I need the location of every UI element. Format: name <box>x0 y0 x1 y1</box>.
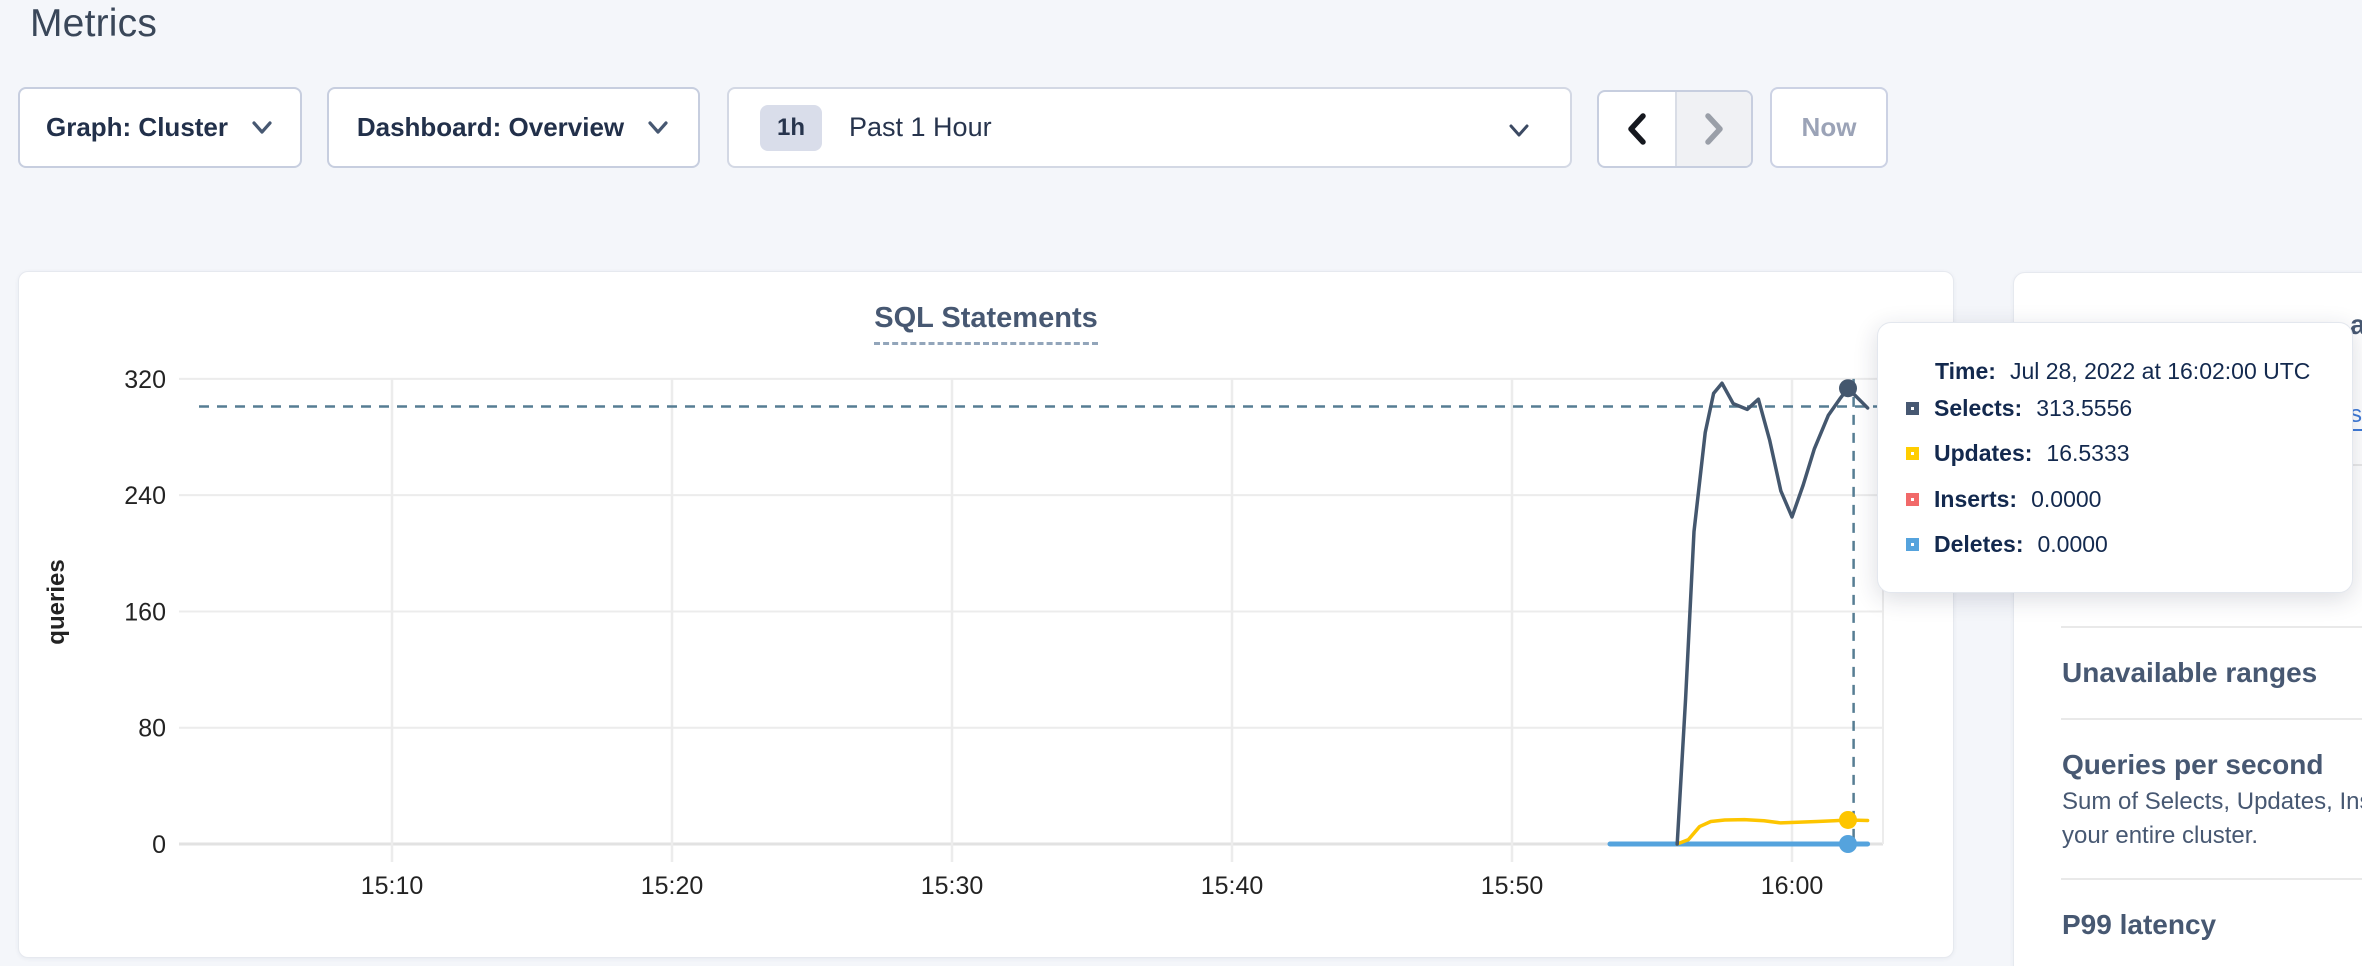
x-tick-label: 15:50 <box>1481 872 1544 900</box>
tooltip-series-row: Deletes: 0.0000 <box>1906 531 2108 558</box>
dashboard-dropdown-label: Dashboard: Overview <box>357 112 624 143</box>
tooltip-series-row: Updates: 16.5333 <box>1906 440 2130 467</box>
time-range-selector[interactable]: 1h Past 1 Hour <box>727 87 1572 168</box>
sql-statements-plot[interactable]: 0 80 160 240 320 15:10 15:20 15:30 15:40 15:50 16:… <box>19 272 1955 959</box>
tooltip-series-value: 0.0000 <box>2031 486 2101 513</box>
y-tick-label: 320 <box>124 366 166 394</box>
sidebar-section-heading: Unavailable ranges <box>2062 657 2317 689</box>
x-tick-label: 16:00 <box>1761 872 1824 900</box>
y-tick-label: 240 <box>124 482 166 510</box>
y-tick-label: 160 <box>124 598 166 626</box>
sql-statements-chart-card: SQL Statements queries 08016024032015:10… <box>18 271 1954 958</box>
series-swatch-icon <box>1906 402 1919 415</box>
tooltip-series-value: 313.5556 <box>2036 395 2132 422</box>
chart-hover-tooltip: Time: Jul 28, 2022 at 16:02:00 UTC Selec… <box>1877 322 2353 593</box>
now-button[interactable]: Now <box>1770 87 1888 168</box>
metrics-page: { "page": { "title": "Metrics" }, "toolb… <box>0 0 2362 966</box>
series-line-selects <box>1677 383 1867 844</box>
series-swatch-icon <box>1906 538 1919 551</box>
graph-scope-dropdown-label: Graph: Cluster <box>46 112 228 143</box>
sidebar-section-description: Sum of Selects, Updates, Inserts & Delet… <box>2062 785 2362 853</box>
page-title: Metrics <box>30 2 157 46</box>
tooltip-time-label: Time: <box>1935 358 1996 385</box>
tooltip-time-value: Jul 28, 2022 at 16:02:00 UTC <box>2010 358 2310 385</box>
tooltip-series-label: Updates: <box>1934 440 2032 467</box>
hover-dot-selects <box>1839 379 1857 397</box>
next-time-button-disabled[interactable] <box>1675 92 1751 166</box>
tooltip-series-row: Selects: 313.5556 <box>1906 395 2132 422</box>
previous-time-button[interactable] <box>1599 92 1675 166</box>
x-tick-label: 15:30 <box>921 872 984 900</box>
hover-dot-updates <box>1839 811 1857 829</box>
x-tick-label: 15:10 <box>361 872 424 900</box>
time-step-buttons <box>1597 90 1753 168</box>
tooltip-time-row: Time: Jul 28, 2022 at 16:02:00 UTC <box>1935 358 2310 385</box>
sidebar-section-heading: Queries per second <box>2062 749 2323 781</box>
y-tick-label: 0 <box>152 831 166 859</box>
series-line-updates <box>1677 820 1867 844</box>
x-tick-label: 15:20 <box>641 872 704 900</box>
sidebar-divider <box>2061 878 2362 880</box>
time-range-badge: 1h <box>760 105 822 151</box>
time-range-label: Past 1 Hour <box>849 112 992 143</box>
sidebar-divider <box>2061 626 2362 628</box>
hover-dot-deletes <box>1839 835 1857 853</box>
chevron-down-icon <box>1506 122 1532 140</box>
tooltip-series-value: 0.0000 <box>2037 531 2107 558</box>
tooltip-series-row: Inserts: 0.0000 <box>1906 486 2101 513</box>
chevron-right-icon <box>1701 111 1727 147</box>
chevron-down-icon <box>646 120 670 136</box>
tooltip-series-value: 16.5333 <box>2046 440 2129 467</box>
tooltip-series-label: Inserts: <box>1934 486 2017 513</box>
tooltip-series-label: Selects: <box>1934 395 2022 422</box>
series-swatch-icon <box>1906 493 1919 506</box>
tooltip-series-label: Deletes: <box>1934 531 2023 558</box>
x-tick-label: 15:40 <box>1201 872 1264 900</box>
chevron-down-icon <box>250 120 274 136</box>
dashboard-dropdown[interactable]: Dashboard: Overview <box>327 87 700 168</box>
graph-scope-dropdown[interactable]: Graph: Cluster <box>18 87 302 168</box>
y-tick-label: 80 <box>138 715 166 743</box>
sidebar-divider <box>2061 718 2362 720</box>
series-swatch-icon <box>1906 447 1919 460</box>
chevron-left-icon <box>1624 111 1650 147</box>
sidebar-section-heading: P99 latency <box>2062 909 2216 941</box>
